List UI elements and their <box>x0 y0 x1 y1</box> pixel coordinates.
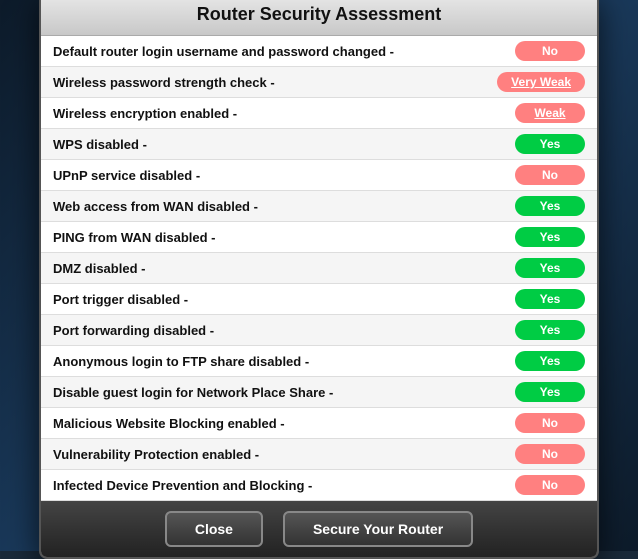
status-badge: Yes <box>515 227 585 247</box>
status-badge: No <box>515 413 585 433</box>
table-row: Web access from WAN disabled -Yes <box>41 191 597 222</box>
table-row: Anonymous login to FTP share disabled -Y… <box>41 346 597 377</box>
row-label: UPnP service disabled - <box>53 168 515 183</box>
row-label: Port forwarding disabled - <box>53 323 515 338</box>
status-badge: Weak <box>515 103 585 123</box>
row-label: Wireless encryption enabled - <box>53 106 515 121</box>
status-badge: Very Weak <box>497 72 585 92</box>
table-row: Default router login username and passwo… <box>41 36 597 67</box>
row-label: WPS disabled - <box>53 137 515 152</box>
status-badge: No <box>515 165 585 185</box>
row-label: Malicious Website Blocking enabled - <box>53 416 515 431</box>
status-badge: Yes <box>515 196 585 216</box>
row-label: DMZ disabled - <box>53 261 515 276</box>
table-row: PING from WAN disabled -Yes <box>41 222 597 253</box>
status-badge: Yes <box>515 382 585 402</box>
row-label: Port trigger disabled - <box>53 292 515 307</box>
row-label: Disable guest login for Network Place Sh… <box>53 385 515 400</box>
table-row: WPS disabled -Yes <box>41 129 597 160</box>
table-row: Vulnerability Protection enabled -No <box>41 439 597 470</box>
table-row: Infected Device Prevention and Blocking … <box>41 470 597 501</box>
status-badge: No <box>515 41 585 61</box>
table-row: Port forwarding disabled -Yes <box>41 315 597 346</box>
dialog-footer: Close Secure Your Router <box>41 501 597 557</box>
row-label: Vulnerability Protection enabled - <box>53 447 515 462</box>
status-badge: Yes <box>515 320 585 340</box>
table-row: Port trigger disabled -Yes <box>41 284 597 315</box>
close-button[interactable]: Close <box>165 511 263 547</box>
secure-router-button[interactable]: Secure Your Router <box>283 511 473 547</box>
row-label: Infected Device Prevention and Blocking … <box>53 478 515 493</box>
row-label: Wireless password strength check - <box>53 75 497 90</box>
table-row: UPnP service disabled -No <box>41 160 597 191</box>
assessment-rows: Default router login username and passwo… <box>41 36 597 501</box>
status-badge: Yes <box>515 351 585 371</box>
table-row: Malicious Website Blocking enabled -No <box>41 408 597 439</box>
table-row: DMZ disabled -Yes <box>41 253 597 284</box>
table-row: Wireless encryption enabled -Weak <box>41 98 597 129</box>
status-badge: No <box>515 444 585 464</box>
dialog-title: Router Security Assessment <box>41 0 597 36</box>
table-row: Disable guest login for Network Place Sh… <box>41 377 597 408</box>
status-badge: Yes <box>515 134 585 154</box>
row-label: Anonymous login to FTP share disabled - <box>53 354 515 369</box>
status-badge: Yes <box>515 289 585 309</box>
row-label: Default router login username and passwo… <box>53 44 515 59</box>
router-security-dialog: Router Security Assessment Default route… <box>39 0 599 559</box>
status-badge: No <box>515 475 585 495</box>
status-badge: Yes <box>515 258 585 278</box>
row-label: PING from WAN disabled - <box>53 230 515 245</box>
table-row: Wireless password strength check -Very W… <box>41 67 597 98</box>
row-label: Web access from WAN disabled - <box>53 199 515 214</box>
